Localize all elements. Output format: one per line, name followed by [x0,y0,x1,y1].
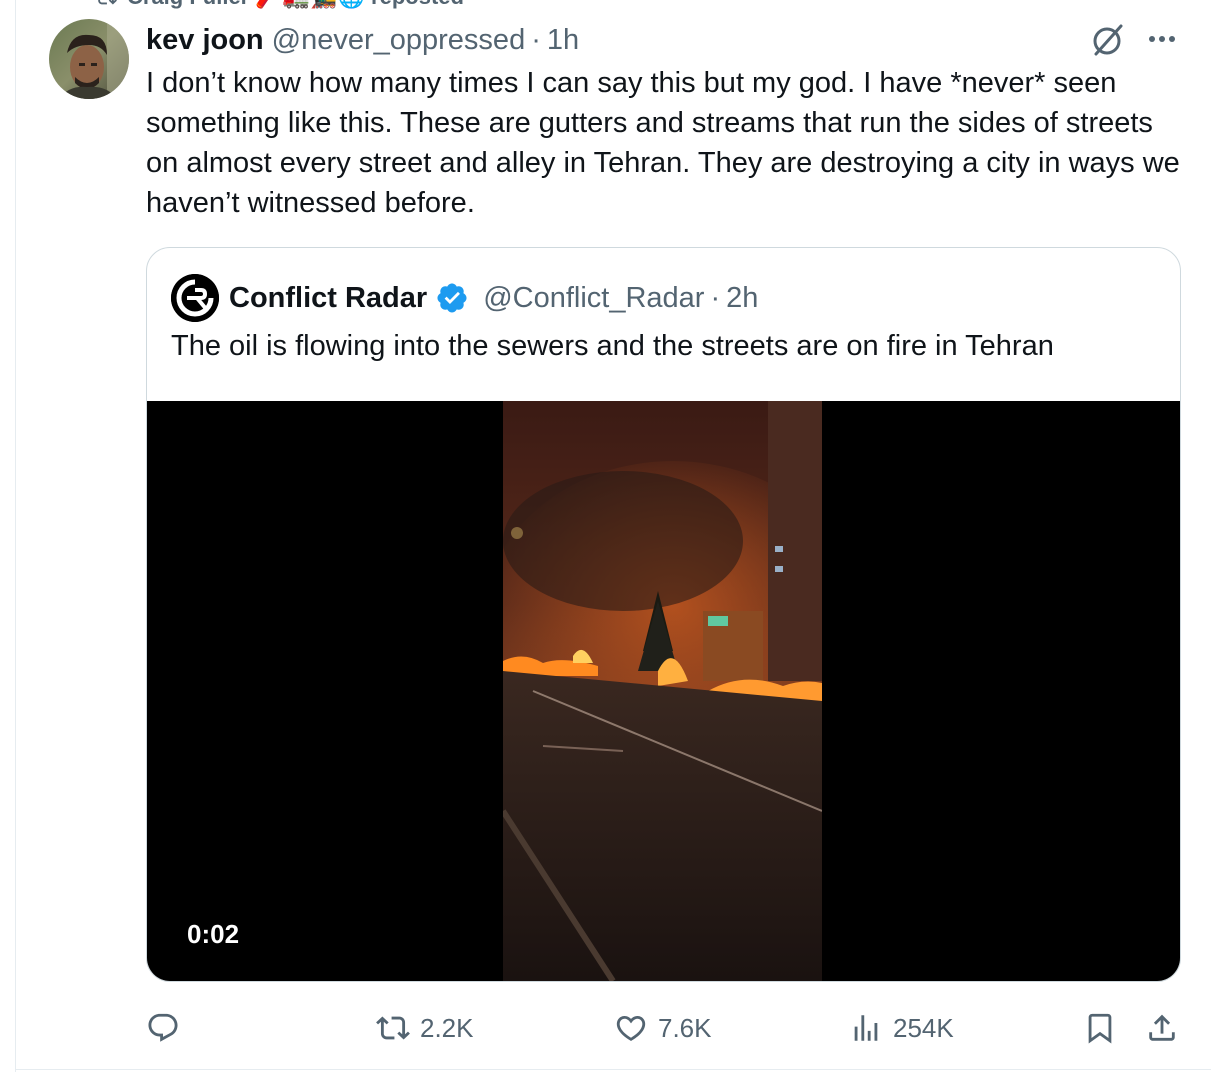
views-icon [854,1015,878,1041]
repost-count: 2.2K [420,1012,474,1043]
tweet-actions-bar: 2.2K 7.6K 254K [146,1004,1186,1052]
share-icon [1149,1014,1175,1041]
author-avatar[interactable] [49,19,129,99]
quoted-author-name[interactable]: Conflict Radar [229,282,427,315]
heart-icon [616,1015,646,1041]
repost-banner[interactable]: Craig Fuller 🧨🚛🚂🌐 reposted [95,0,464,10]
repost-banner-text: Craig Fuller 🧨🚛🚂🌐 reposted [127,0,464,10]
reply-icon [148,1013,178,1042]
header-separator: · [531,23,541,56]
share-button[interactable] [1145,1004,1179,1052]
tweet-text: I don’t know how many times I can say th… [146,67,1180,219]
quoted-tweet-header: Conflict Radar @Conflict_Radar · 2h [171,272,758,324]
repost-button[interactable]: 2.2K [376,1004,474,1052]
bookmark-button[interactable] [1083,1004,1117,1052]
video-player[interactable]: 0:02 [147,401,1180,981]
author-handle[interactable]: @never_oppressed [272,24,526,57]
bookmark-icon [1088,1013,1112,1044]
timeline-left-border [15,0,16,1072]
author-name[interactable]: kev joon [146,24,264,57]
quoted-author-avatar[interactable] [171,274,219,322]
more-options-icon[interactable] [1143,22,1181,56]
conflict-radar-logo-icon [171,274,219,322]
grok-icon[interactable] [1088,20,1128,60]
tweet-header: kev joon @never_oppressed · 1h [146,20,579,60]
avatar-photo [49,19,129,99]
repost-icon [98,0,117,5]
tweet-timestamp[interactable]: 1h [547,24,579,57]
quoted-author-handle[interactable]: @Conflict_Radar [483,282,704,315]
tweet-bottom-divider [15,1069,1211,1070]
quoted-header-separator: · [710,281,721,314]
video-duration: 0:02 [187,919,240,949]
like-count: 7.6K [658,1012,712,1043]
reply-button[interactable] [146,1004,180,1052]
like-button[interactable]: 7.6K [614,1004,712,1052]
repost-icon [376,1016,410,1040]
verified-badge-icon [437,283,467,313]
views-button[interactable]: 254K [849,1004,954,1052]
quoted-tweet-timestamp[interactable]: 2h [726,282,758,315]
views-count: 254K [893,1012,954,1043]
video-thumbnail [503,401,822,981]
quoted-tweet-text: The oil is flowing into the sewers and t… [171,330,1054,362]
quoted-tweet-card[interactable]: Conflict Radar @Conflict_Radar · 2h The … [146,247,1181,982]
